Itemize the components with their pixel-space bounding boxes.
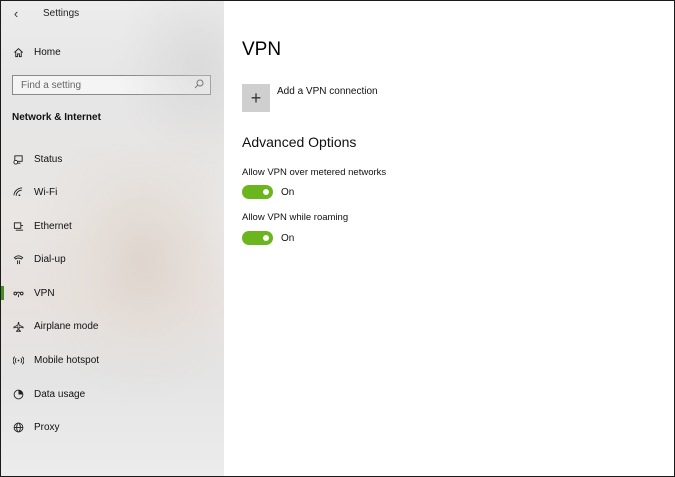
back-arrow-icon: ‹ [13,5,19,21]
back-button[interactable]: ‹ [1,1,31,25]
plus-icon: + [242,84,270,112]
sidebar-item-label: Status [34,153,63,165]
sidebar-item-status[interactable]: Status [1,144,224,174]
sidebar-item-label: Dial-up [34,253,66,265]
status-icon [12,153,24,165]
metered-networks-toggle-row: On [242,185,294,199]
search-icon[interactable] [194,79,204,92]
add-vpn-connection-button[interactable]: + Add a VPN connection [242,84,378,112]
sidebar-item-airplane-mode[interactable]: Airplane mode [1,311,224,341]
roaming-toggle[interactable] [242,231,273,245]
vpn-icon [12,287,24,299]
sidebar-item-wifi[interactable]: Wi-Fi [1,177,224,207]
metered-networks-toggle[interactable] [242,185,273,199]
app-title: Settings [43,7,80,19]
section-title: Network & Internet [12,112,101,123]
sidebar-item-vpn[interactable]: VPN [1,278,224,308]
page-title: VPN [242,39,282,60]
proxy-icon [12,421,24,433]
sidebar-item-label: Ethernet [34,220,72,232]
toggle-state-label: On [281,186,295,198]
sidebar-item-label: Data usage [34,388,86,400]
sidebar-item-label: Proxy [34,421,60,433]
toggle-state-label: On [281,232,295,244]
ethernet-icon [12,220,24,232]
sidebar-item-data-usage[interactable]: Data usage [1,379,224,409]
sidebar-item-ethernet[interactable]: Ethernet [1,211,224,241]
search-input[interactable]: Find a setting [12,75,211,95]
roaming-label: Allow VPN while roaming [242,212,349,223]
main-content: VPN + Add a VPN connection Advanced Opti… [224,1,674,476]
wifi-icon [12,186,24,198]
sidebar-item-proxy[interactable]: Proxy [1,412,224,442]
sidebar-item-label: Airplane mode [34,320,99,332]
airplane-icon [12,320,24,332]
toggle-knob [263,235,269,241]
roaming-toggle-row: On [242,231,294,245]
search-placeholder: Find a setting [21,79,82,91]
sidebar-item-home[interactable]: Home [1,37,224,67]
dialup-icon [12,253,24,265]
toggle-knob [263,189,269,195]
data-usage-icon [12,388,24,400]
advanced-options-heading: Advanced Options [242,134,357,150]
sidebar-item-dialup[interactable]: Dial-up [1,244,224,274]
metered-networks-label: Allow VPN over metered networks [242,167,387,178]
title-bar: ‹ Settings [1,1,224,25]
hotspot-icon [12,354,24,366]
sidebar: ‹ Settings Home Find a setting Network &… [1,1,224,476]
add-vpn-connection-label: Add a VPN connection [277,86,378,97]
sidebar-item-label: Wi-Fi [34,186,58,198]
sidebar-item-label: Mobile hotspot [34,354,100,366]
sidebar-item-label: VPN [34,287,55,299]
home-icon [12,46,24,58]
settings-window: ‹ Settings Home Find a setting Network &… [0,0,675,477]
sidebar-item-mobile-hotspot[interactable]: Mobile hotspot [1,345,224,375]
sidebar-item-label: Home [34,46,61,58]
